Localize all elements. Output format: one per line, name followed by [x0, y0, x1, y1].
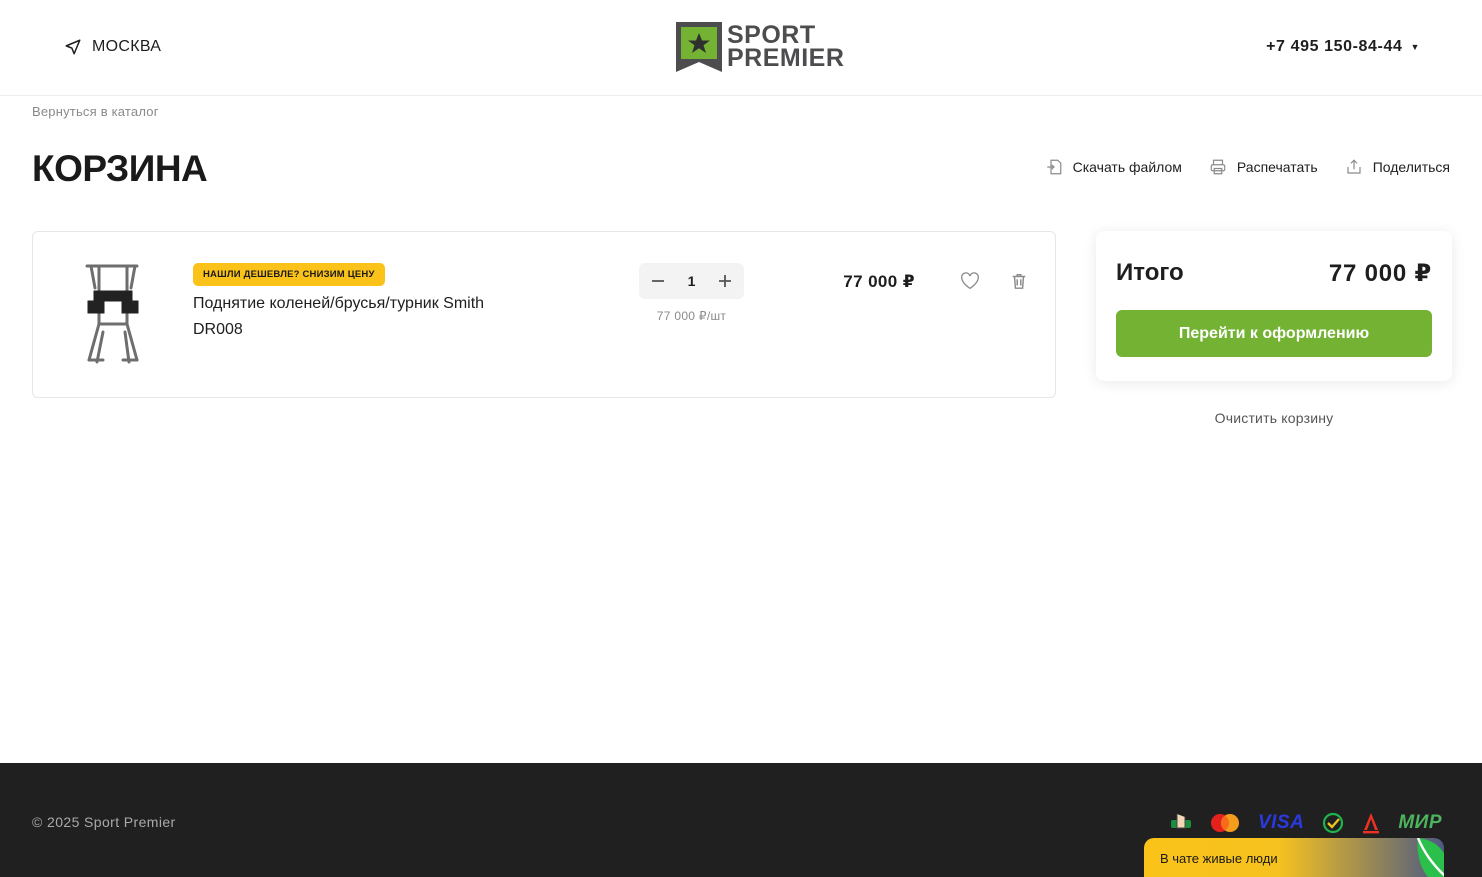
printer-icon — [1210, 159, 1226, 175]
location-arrow-icon — [65, 39, 81, 55]
city-selector[interactable]: МОСКВА — [64, 38, 161, 56]
payment-methods: VISA МИР — [1170, 811, 1442, 835]
phone-dropdown[interactable]: +7 495 150-84-44 ▼ — [1266, 38, 1420, 56]
logo-line-2: PREMIER — [727, 44, 845, 72]
mir-icon: МИР — [1398, 812, 1442, 833]
total-amount: 77 000 ₽ — [1328, 260, 1432, 287]
cart-item-card: НАШЛИ ДЕШЕВЛЕ? СНИЗИМ ЦЕНУ Поднятие коле… — [32, 231, 1056, 398]
total-label: Итого — [1116, 259, 1184, 286]
site-logo[interactable]: SPORT PREMIER — [676, 22, 844, 72]
item-total-price: 77 000 ₽ — [843, 272, 915, 291]
logo-star-icon — [676, 22, 722, 72]
share-button[interactable]: Поделиться — [1345, 158, 1450, 176]
mastercard-icon — [1210, 811, 1240, 835]
order-summary: Итого 77 000 ₽ Перейти к оформлению — [1096, 231, 1452, 381]
chat-leaf-icon — [1416, 838, 1444, 877]
checkout-button[interactable]: Перейти к оформлению — [1116, 310, 1432, 357]
site-header: МОСКВА SPORT PREMIER +7 495 150-84-44 ▼ — [0, 0, 1482, 96]
logo-text: SPORT PREMIER — [727, 23, 845, 72]
cheaper-badge[interactable]: НАШЛИ ДЕШЕВЛЕ? СНИЗИМ ЦЕНУ — [193, 263, 385, 286]
plus-icon — [718, 275, 731, 287]
share-icon — [1347, 159, 1361, 174]
download-file-icon — [1046, 159, 1061, 175]
quantity-value[interactable]: 1 — [688, 273, 696, 289]
chat-widget-button[interactable]: В чате живые люди — [1144, 838, 1444, 877]
city-label: МОСКВА — [92, 38, 162, 55]
page-title: КОРЗИНА — [32, 148, 208, 189]
sbp-check-icon — [1322, 811, 1344, 835]
heart-icon[interactable] — [960, 272, 980, 290]
download-file-button[interactable]: Скачать файлом — [1045, 158, 1182, 176]
quantity-stepper: 1 — [639, 263, 744, 299]
chat-label: В чате живые люди — [1160, 851, 1278, 866]
print-label: Распечатать — [1236, 159, 1318, 175]
copyright: © 2025 Sport Premier — [32, 814, 176, 830]
visa-icon: VISA — [1257, 812, 1305, 833]
pay-hand-icon — [1170, 811, 1192, 835]
clear-cart-button[interactable]: Очистить корзину — [1096, 410, 1452, 426]
trash-icon[interactable] — [1010, 272, 1028, 290]
unit-price: 77 000 ₽/шт — [656, 309, 727, 323]
decrease-quantity-button[interactable] — [649, 272, 667, 290]
minus-icon — [652, 280, 664, 282]
product-image[interactable] — [81, 262, 145, 368]
alfa-icon — [1362, 811, 1380, 835]
download-label: Скачать файлом — [1072, 159, 1182, 175]
print-button[interactable]: Распечатать — [1209, 158, 1318, 176]
cart-actions: Скачать файлом Распечатать Поделиться — [1045, 158, 1450, 176]
phone-number: +7 495 150-84-44 — [1266, 38, 1403, 55]
back-to-catalog-link[interactable]: Вернуться в каталог — [32, 104, 159, 119]
caret-down-icon: ▼ — [1410, 42, 1420, 52]
increase-quantity-button[interactable] — [716, 272, 734, 290]
share-label: Поделиться — [1372, 159, 1450, 175]
product-name-link[interactable]: Поднятие коленей/брусья/турник Smith DR0… — [193, 291, 533, 343]
